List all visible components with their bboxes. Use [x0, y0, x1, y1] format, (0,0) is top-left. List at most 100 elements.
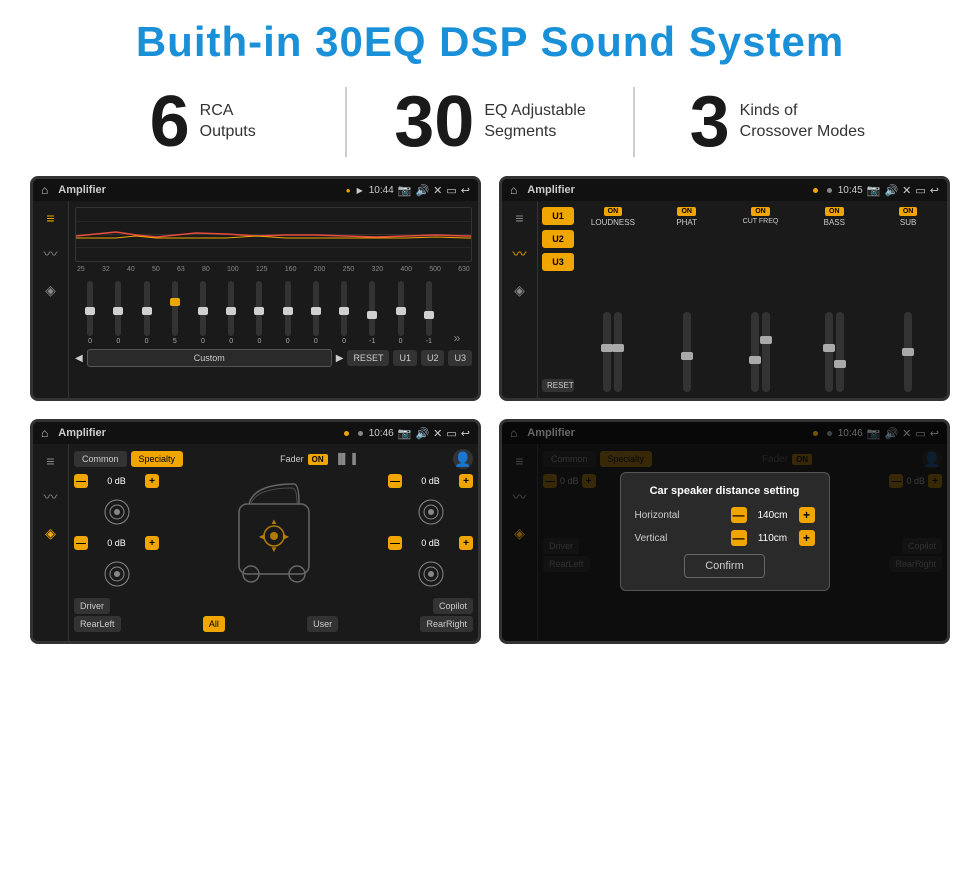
- ch-slider-phat[interactable]: [683, 312, 691, 392]
- user-btn[interactable]: User: [307, 616, 338, 632]
- sidebar-eq-icon[interactable]: ≡: [43, 207, 57, 229]
- db-minus-fr[interactable]: —: [388, 474, 402, 488]
- u1-button[interactable]: U1: [542, 207, 574, 225]
- screen-body-crossover: ≡ 〰 ◈ U1 U2 U3 RESET ON LOUDNESS: [502, 201, 947, 398]
- dots-icon-eq: ●: [346, 186, 351, 195]
- stat-eq: 30 EQ AdjustableSegments: [347, 86, 632, 158]
- status-bar-fader: ⌂ Amplifier 10:46 📷 🔊 ✕ ▭ ↩: [33, 422, 478, 444]
- svg-text:▲: ▲: [270, 517, 278, 526]
- copilot-btn[interactable]: Copilot: [433, 598, 473, 614]
- ch-slider-loudness-l[interactable]: [603, 312, 611, 392]
- back-icon-eq[interactable]: ↩: [461, 184, 470, 197]
- driver-btn[interactable]: Driver: [74, 598, 110, 614]
- sidebar-speaker-icon-x[interactable]: ◈: [511, 279, 528, 302]
- dialog-plus-horizontal[interactable]: +: [799, 507, 815, 523]
- svg-text:◀: ◀: [258, 532, 265, 541]
- dialog-title: Car speaker distance setting: [635, 485, 815, 497]
- screen-fader: ⌂ Amplifier 10:46 📷 🔊 ✕ ▭ ↩ ≡ 〰 ◈: [30, 419, 481, 644]
- eq-track-10[interactable]: [369, 281, 375, 336]
- u2-button[interactable]: U2: [542, 230, 574, 248]
- status-time-eq: 10:44: [369, 185, 394, 196]
- ch-on-bass: ON: [825, 207, 844, 216]
- fader-specialty-tab[interactable]: Specialty: [131, 451, 184, 467]
- dialog-row-vertical: Vertical — 110cm +: [635, 530, 815, 546]
- eq-track-0[interactable]: [87, 281, 93, 336]
- eq-track-4[interactable]: [200, 281, 206, 336]
- sidebar-speaker-icon[interactable]: ◈: [42, 279, 59, 302]
- eq-track-12[interactable]: [426, 281, 432, 336]
- dialog-plus-vertical[interactable]: +: [799, 530, 815, 546]
- sidebar-wave-icon-x[interactable]: 〰: [510, 241, 530, 267]
- profile-icon-fader[interactable]: 👤: [453, 449, 473, 469]
- eq-track-2[interactable]: [144, 281, 150, 336]
- eq-track-6[interactable]: [256, 281, 262, 336]
- crossover-reset-btn[interactable]: RESET: [542, 379, 574, 392]
- stat-label-rca: RCAOutputs: [200, 101, 256, 143]
- freq-40: 40: [127, 266, 135, 273]
- db-plus-rl[interactable]: +: [145, 536, 159, 550]
- dialog-minus-vertical[interactable]: —: [731, 530, 747, 546]
- db-minus-rr[interactable]: —: [388, 536, 402, 550]
- db-minus-fl[interactable]: —: [74, 474, 88, 488]
- volume-icon-eq: 🔊: [415, 184, 429, 197]
- eq-track-11[interactable]: [398, 281, 404, 336]
- expand-icon[interactable]: »: [454, 331, 461, 345]
- eq-slider-0: 0: [77, 281, 103, 345]
- speaker-right-controls: — 0 dB + —: [388, 474, 473, 594]
- sidebar-icons-eq: ≡ 〰 ◈: [33, 201, 69, 398]
- car-svg: ▲ ▼ ◀ ▶: [229, 474, 319, 594]
- ch-slider-loudness-r[interactable]: [614, 312, 622, 392]
- back-icon-crossover[interactable]: ↩: [930, 184, 939, 197]
- crossover-main-content: U1 U2 U3 RESET ON LOUDNESS: [538, 201, 947, 398]
- speaker-icon-rl: [102, 559, 132, 589]
- sidebar-eq-icon-x[interactable]: ≡: [512, 207, 526, 229]
- db-plus-fl[interactable]: +: [145, 474, 159, 488]
- freq-100: 100: [227, 266, 239, 273]
- ch-slider-bass-r[interactable]: [836, 312, 844, 392]
- rear-right-btn[interactable]: RearRight: [420, 616, 473, 632]
- rear-left-btn[interactable]: RearLeft: [74, 616, 121, 632]
- ch-slider-cutfreq-l[interactable]: [751, 312, 759, 392]
- eq-track-9[interactable]: [341, 281, 347, 336]
- db-plus-fr[interactable]: +: [459, 474, 473, 488]
- db-minus-rl[interactable]: —: [74, 536, 88, 550]
- freq-200: 200: [314, 266, 326, 273]
- eq-next-btn[interactable]: ▶: [336, 353, 344, 364]
- ch-slider-cutfreq-r[interactable]: [762, 312, 770, 392]
- stat-number-eq: 30: [394, 86, 474, 158]
- eq-u3-btn[interactable]: U3: [448, 350, 472, 366]
- ch-slider-bass-l[interactable]: [825, 312, 833, 392]
- freq-630: 630: [458, 266, 470, 273]
- eq-track-3[interactable]: [172, 281, 178, 336]
- home-icon-crossover[interactable]: ⌂: [510, 183, 517, 197]
- u3-button[interactable]: U3: [542, 253, 574, 271]
- eq-u2-btn[interactable]: U2: [421, 350, 445, 366]
- confirm-button[interactable]: Confirm: [684, 554, 765, 578]
- db-plus-rr[interactable]: +: [459, 536, 473, 550]
- eq-prev-btn[interactable]: ◀: [75, 353, 83, 364]
- sidebar-wave-icon[interactable]: 〰: [41, 241, 61, 267]
- eq-u1-btn[interactable]: U1: [393, 350, 417, 366]
- all-btn[interactable]: All: [203, 616, 225, 632]
- home-icon-eq[interactable]: ⌂: [41, 183, 48, 197]
- speaker-icon-fl: [102, 497, 132, 527]
- ch-slider-sub[interactable]: [904, 312, 912, 392]
- ch-label-loudness: LOUDNESS: [591, 218, 635, 227]
- eq-track-8[interactable]: [313, 281, 319, 336]
- home-icon-fader[interactable]: ⌂: [41, 426, 48, 440]
- sidebar-wave-icon-f[interactable]: 〰: [41, 484, 61, 510]
- fader-common-tab[interactable]: Common: [74, 451, 127, 467]
- sidebar-speaker-icon-f[interactable]: ◈: [42, 522, 59, 545]
- db-row-fr: — 0 dB +: [388, 474, 473, 488]
- eq-reset-btn[interactable]: RESET: [347, 350, 389, 366]
- eq-track-5[interactable]: [228, 281, 234, 336]
- eq-graph: [75, 207, 472, 262]
- dialog-minus-horizontal[interactable]: —: [731, 507, 747, 523]
- eq-track-1[interactable]: [115, 281, 121, 336]
- back-icon-fader[interactable]: ↩: [461, 427, 470, 440]
- sidebar-eq-icon-f[interactable]: ≡: [43, 450, 57, 472]
- eq-track-7[interactable]: [285, 281, 291, 336]
- eq-slider-9: 0: [331, 281, 357, 345]
- dialog-value-vertical: 110cm: [753, 533, 793, 544]
- freq-160: 160: [285, 266, 297, 273]
